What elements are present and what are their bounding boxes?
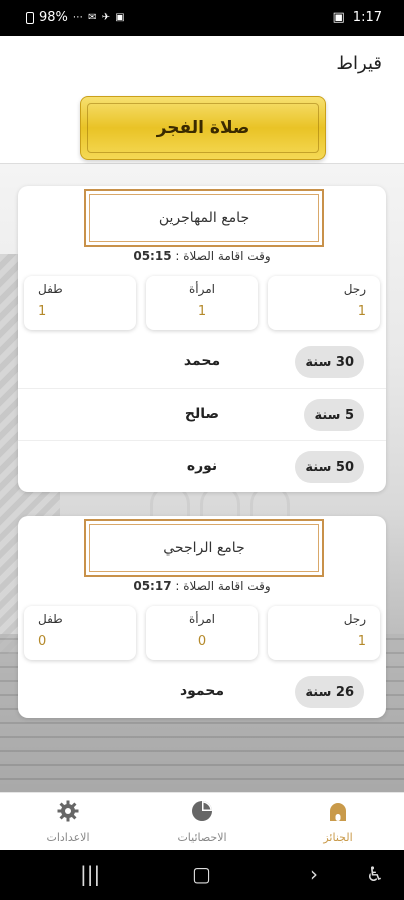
child-count: طفل 1 (24, 276, 136, 330)
mosque-icon (330, 803, 346, 821)
bottom-nav: الاعدادات الاحصائيات الجنائز (0, 792, 404, 850)
iqama-label: وقت اقامة الصلاة : (175, 249, 271, 263)
deceased-list: محمد 30 سنة صالح 5 سنة نوره 50 سنة (18, 336, 386, 492)
iqama-value: 05:15 (133, 249, 172, 263)
count-label: طفل (38, 282, 63, 296)
iqama-time: وقت اقامة الصلاة : 05:15 (18, 249, 386, 263)
age-badge: 30 سنة (295, 346, 364, 378)
nav-label: الجنائز (323, 831, 353, 844)
age-badge: 26 سنة (295, 676, 364, 708)
list-item[interactable]: نوره 50 سنة (18, 440, 386, 492)
iqama-label: وقت اقامة الصلاة : (175, 579, 271, 593)
man-count: رجل 1 (268, 276, 380, 330)
nav-stats[interactable]: الاحصائيات (152, 799, 252, 844)
count-value: 1 (357, 634, 366, 649)
count-label: امرأة (188, 282, 215, 296)
woman-count: امرأة 1 (146, 276, 258, 330)
nav-label: الاعدادات (46, 831, 90, 844)
mosque-card: جامع الراجحي وقت اقامة الصلاة : 05:17 طف… (18, 516, 386, 718)
list-item[interactable]: محمد 30 سنة (18, 336, 386, 388)
mosque-card: جامع المهاجرين وقت اقامة الصلاة : 05:15 … (18, 186, 386, 492)
mosque-name-frame[interactable]: جامع الراجحي (84, 519, 324, 577)
app-title: قيراط (336, 53, 382, 74)
count-value: 0 (38, 634, 47, 649)
system-nav: ||| ▢ › ♿ (0, 850, 404, 900)
counts-row: طفل 1 امرأة 1 رجل 1 (24, 276, 380, 330)
prayer-button[interactable]: صلاة الفجر (80, 96, 326, 160)
list-item[interactable]: محمود 26 سنة (18, 666, 386, 718)
home-icon[interactable]: ▢ (192, 862, 211, 886)
nav-settings[interactable]: الاعدادات (18, 799, 118, 844)
battery-percent: 98% (39, 10, 68, 25)
prayer-header: صلاة الفجر (0, 94, 404, 164)
count-value: 1 (197, 304, 207, 319)
recents-icon[interactable]: ||| (80, 862, 100, 886)
mosque-name-frame[interactable]: جامع المهاجرين (84, 189, 324, 247)
iqama-value: 05:17 (133, 579, 172, 593)
count-value: 0 (197, 634, 207, 649)
woman-count: امرأة 0 (146, 606, 258, 660)
count-label: رجل (343, 282, 366, 296)
prayer-label: صلاة الفجر (156, 118, 250, 138)
status-time: 1:17 (352, 10, 382, 25)
back-icon[interactable]: › (310, 862, 318, 886)
age-badge: 50 سنة (295, 451, 364, 483)
nav-funerals[interactable]: الجنائز (288, 799, 388, 844)
man-count: رجل 1 (268, 606, 380, 660)
count-value: 1 (357, 304, 366, 319)
age-badge: 5 سنة (304, 399, 364, 431)
iqama-time: وقت اقامة الصلاة : 05:17 (18, 579, 386, 593)
counts-row: طفل 0 امرأة 0 رجل 1 (24, 606, 380, 660)
list-item[interactable]: صالح 5 سنة (18, 388, 386, 440)
count-label: امرأة (188, 612, 215, 626)
mosque-name: جامع المهاجرين (158, 210, 250, 226)
app-bar: قيراط (0, 36, 404, 94)
status-bar: 98% ⋯ ✉ ✈ ▣ ▣ 1:17 (0, 0, 404, 36)
deceased-list: محمود 26 سنة (18, 666, 386, 718)
mosque-name: جامع الراجحي (163, 540, 245, 556)
pie-chart-icon (192, 801, 212, 821)
nav-label: الاحصائيات (177, 831, 227, 844)
count-label: رجل (343, 612, 366, 626)
battery-icon (26, 11, 34, 24)
child-count: طفل 0 (24, 606, 136, 660)
count-label: طفل (38, 612, 63, 626)
notification-icons: ⋯ ✉ ✈ ▣ (72, 12, 126, 23)
image-icon: ▣ (332, 10, 345, 25)
gear-icon (57, 800, 79, 822)
accessibility-icon[interactable]: ♿ (366, 862, 384, 886)
count-value: 1 (38, 304, 47, 319)
